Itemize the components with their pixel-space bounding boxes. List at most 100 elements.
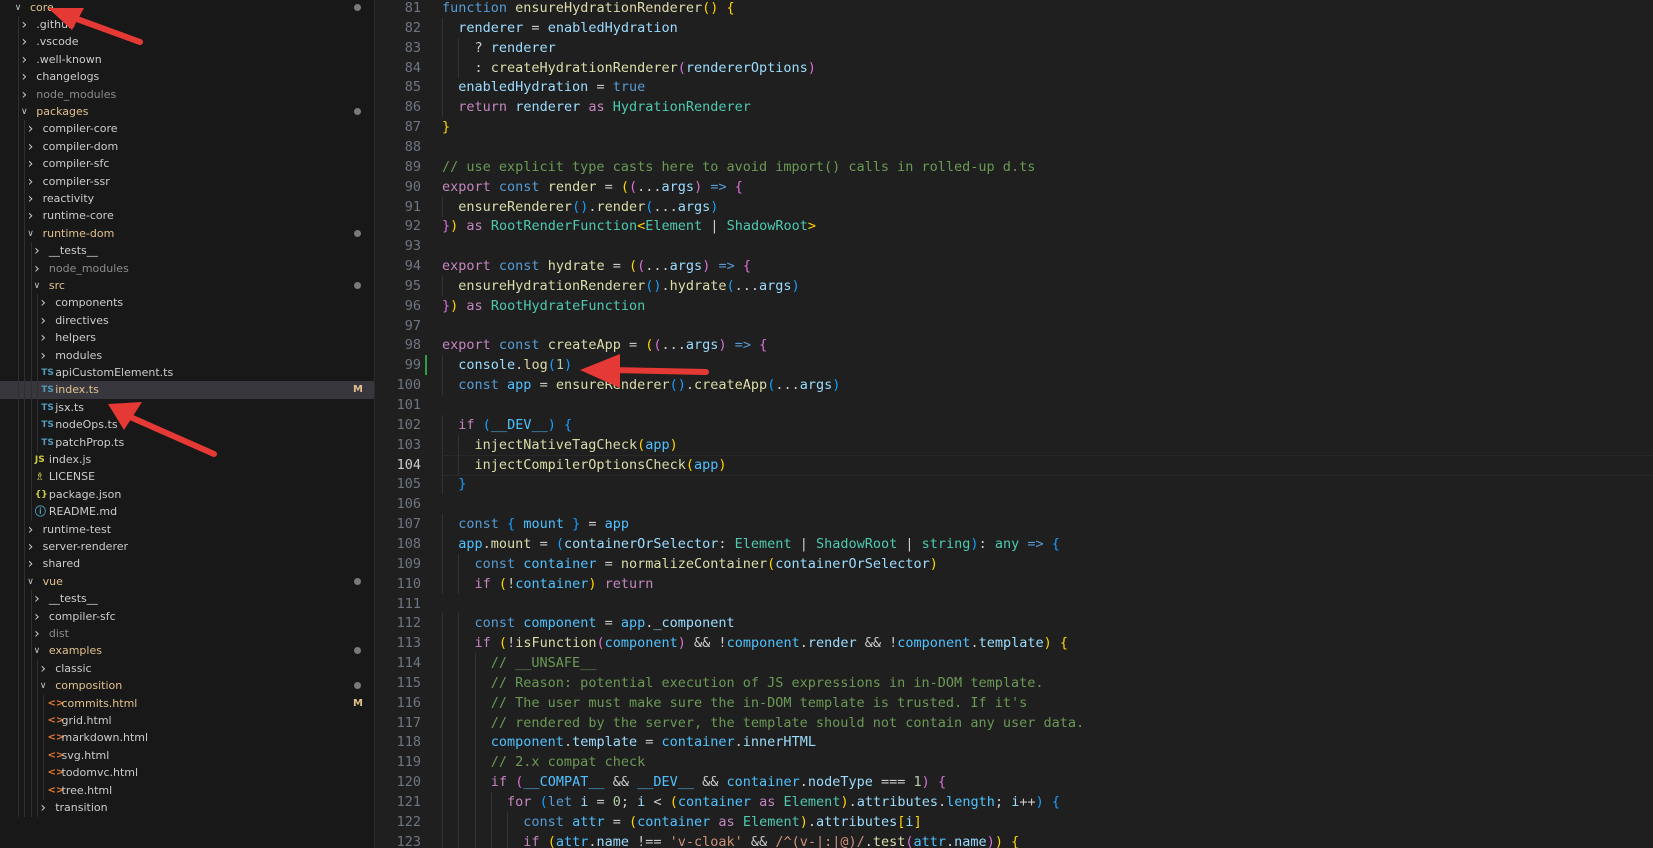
chevron-right-icon[interactable]: › [25, 207, 37, 225]
chevron-right-icon[interactable]: › [25, 138, 37, 156]
tree-item-runtime-test[interactable]: › runtime-test [0, 520, 374, 539]
code-line[interactable]: 112 const component = app._component [376, 613, 1653, 634]
tree-item-markdown-html[interactable]: <> markdown.html [0, 729, 374, 748]
chevron-right-icon[interactable]: › [31, 242, 43, 260]
code-line[interactable]: 119 // 2.x compat check [376, 752, 1653, 773]
tree-item-tree-html[interactable]: <> tree.html [0, 781, 374, 800]
tree-item-packages[interactable]: ∨ packages [0, 102, 374, 121]
tree-item-compiler-sfc[interactable]: › compiler-sfc [0, 607, 374, 626]
tree-item-github[interactable]: › .github [0, 15, 374, 34]
tree-item-reactivity[interactable]: › reactivity [0, 189, 374, 208]
code-line[interactable]: 122 const attr = (container as Element).… [376, 811, 1653, 832]
tree-item-server-renderer[interactable]: › server-renderer [0, 537, 374, 556]
code-line[interactable]: 109 const container = normalizeContainer… [376, 553, 1653, 574]
code-line[interactable]: 116 // The user must make sure the in-DO… [376, 692, 1653, 713]
code-line[interactable]: 89 // use explicit type casts here to avo… [376, 157, 1653, 177]
code-line[interactable]: 113 if (!isFunction(component) && !compo… [376, 633, 1653, 654]
tree-item-node-modules[interactable]: › node_modules [0, 259, 374, 278]
code-line[interactable]: 83 ? renderer [376, 37, 1653, 58]
code-line[interactable]: 101 [376, 395, 1653, 415]
code-line[interactable]: 82 renderer = enabledHydration [376, 17, 1653, 38]
tree-item-jsx-ts[interactable]: TS jsx.ts [0, 398, 374, 417]
tree-item-compiler-core[interactable]: › compiler-core [0, 120, 374, 139]
code-line[interactable]: 108 app.mount = (containerOrSelector: El… [376, 533, 1653, 554]
tree-item-nodeops-ts[interactable]: TS nodeOps.ts [0, 416, 374, 435]
chevron-right-icon[interactable]: › [37, 312, 49, 330]
tree-item-commits-html[interactable]: <> commits.html M [0, 694, 374, 713]
tree-item-node-modules[interactable]: › node_modules [0, 85, 374, 104]
code-line[interactable]: 99 console.log(1) [376, 355, 1653, 376]
tree-item-patchprop-ts[interactable]: TS patchProp.ts [0, 433, 374, 452]
tree-item-license[interactable]: ♗ LICENSE [0, 468, 374, 487]
chevron-right-icon[interactable]: › [25, 120, 37, 138]
tree-item-compiler-ssr[interactable]: › compiler-ssr [0, 172, 374, 191]
tree-item-vscode[interactable]: › .vscode [0, 33, 374, 52]
chevron-right-icon[interactable]: › [18, 16, 30, 34]
code-line[interactable]: 86 return renderer as HydrationRenderer [376, 97, 1653, 118]
tree-item-core[interactable]: ∨ core [0, 0, 374, 17]
chevron-right-icon[interactable]: › [25, 538, 37, 556]
chevron-down-icon[interactable]: ∨ [18, 103, 30, 121]
tree-item-index-js[interactable]: JS index.js [0, 450, 374, 469]
tree-item-classic[interactable]: › classic [0, 659, 374, 678]
code-line[interactable]: 102 if (__DEV__) { [376, 414, 1653, 435]
chevron-right-icon[interactable]: › [25, 555, 37, 573]
chevron-right-icon[interactable]: › [37, 660, 49, 678]
chevron-right-icon[interactable]: › [37, 329, 49, 347]
chevron-right-icon[interactable]: › [31, 608, 43, 626]
code-editor[interactable]: 81 function ensureHydrationRenderer() {82… [376, 0, 1653, 848]
tree-item-compiler-sfc[interactable]: › compiler-sfc [0, 155, 374, 174]
code-line[interactable]: 91 ensureRenderer().render(...args) [376, 196, 1653, 217]
code-line[interactable]: 97 [376, 316, 1653, 336]
chevron-down-icon[interactable]: ∨ [31, 642, 43, 660]
chevron-down-icon[interactable]: ∨ [12, 0, 24, 17]
code-line[interactable]: 111 [376, 594, 1653, 614]
chevron-down-icon[interactable]: ∨ [25, 225, 37, 243]
code-line[interactable]: 123 if (attr.name !== 'v-cloak' && /^(v-… [376, 831, 1653, 848]
code-line[interactable]: 100 const app = ensureRenderer().createA… [376, 375, 1653, 396]
chevron-right-icon[interactable]: › [31, 625, 43, 643]
tree-item-compiler-dom[interactable]: › compiler-dom [0, 137, 374, 156]
tree-item-svg-html[interactable]: <> svg.html [0, 746, 374, 765]
tree-item-composition[interactable]: ∨ composition [0, 677, 374, 696]
code-line[interactable]: 92}) as RootRenderFunction<Element | Sha… [376, 216, 1653, 236]
tree-item-examples[interactable]: ∨ examples [0, 642, 374, 661]
chevron-right-icon[interactable]: › [37, 347, 49, 365]
code-line[interactable]: 103 injectNativeTagCheck(app) [376, 434, 1653, 455]
chevron-right-icon[interactable]: › [31, 260, 43, 278]
code-line[interactable]: 120 if (__COMPAT__ && __DEV__ && contain… [376, 772, 1653, 793]
code-line[interactable]: 84 : createHydrationRenderer(rendererOpt… [376, 57, 1653, 78]
tree-item-components[interactable]: › components [0, 294, 374, 313]
code-line[interactable]: 90 export const render = ((...args) => { [376, 177, 1653, 197]
code-line[interactable]: 117 // rendered by the server, the templ… [376, 712, 1653, 733]
tree-item-todomvc-html[interactable]: <> todomvc.html [0, 764, 374, 783]
code-line[interactable]: 85 enabledHydration = true [376, 77, 1653, 98]
code-line[interactable]: 104 injectCompilerOptionsCheck(app) [376, 454, 1653, 476]
chevron-right-icon[interactable]: › [18, 33, 30, 51]
code-line[interactable]: 96}) as RootHydrateFunction [376, 296, 1653, 316]
tree-item-index-ts[interactable]: TS index.ts M [0, 381, 374, 400]
code-line[interactable]: 94 export const hydrate = ((...args) => { [376, 256, 1653, 276]
code-line[interactable]: 81 function ensureHydrationRenderer() { [376, 0, 1653, 18]
tree-item-package-json[interactable]: {} package.json [0, 485, 374, 504]
chevron-right-icon[interactable]: › [25, 521, 37, 539]
chevron-right-icon[interactable]: › [18, 86, 30, 104]
chevron-right-icon[interactable]: › [25, 190, 37, 208]
tree-item-tests[interactable]: › __tests__ [0, 242, 374, 261]
chevron-right-icon[interactable]: › [18, 51, 30, 69]
code-line[interactable]: 93 [376, 236, 1653, 256]
tree-item-apicustomelement-ts[interactable]: TS apiCustomElement.ts [0, 363, 374, 382]
code-line[interactable]: 110 if (!container) return [376, 573, 1653, 594]
chevron-down-icon[interactable]: ∨ [31, 277, 43, 295]
tree-item-directives[interactable]: › directives [0, 311, 374, 330]
code-line[interactable]: 115 // Reason: potential execution of JS… [376, 672, 1653, 693]
code-line[interactable]: 95 ensureHydrationRenderer().hydrate(...… [376, 275, 1653, 296]
tree-item-tests[interactable]: › __tests__ [0, 590, 374, 609]
tree-item-well-known[interactable]: › .well-known [0, 50, 374, 69]
chevron-down-icon[interactable]: ∨ [37, 677, 49, 695]
tree-item-dist[interactable]: › dist [0, 624, 374, 643]
tree-item-readme-md[interactable]: ⓘ README.md [0, 503, 374, 522]
tree-item-helpers[interactable]: › helpers [0, 329, 374, 348]
code-line[interactable]: 98 export const createApp = ((...args) =>… [376, 335, 1653, 355]
tree-item-transition[interactable]: › transition [0, 798, 374, 817]
